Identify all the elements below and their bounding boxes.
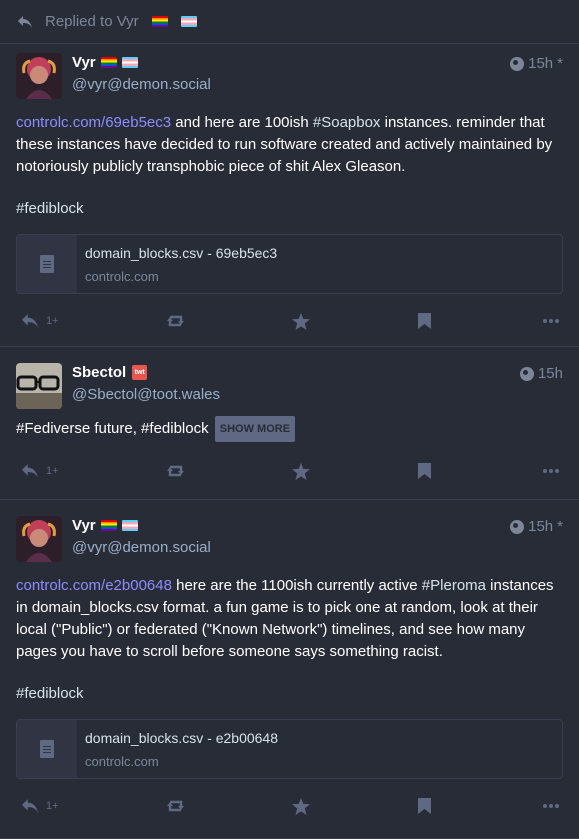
status-post[interactable]: Vyr @vyr@demon.social 15h * controlc.com/… (0, 500, 579, 839)
bookmark-icon (418, 313, 431, 329)
ellipsis-icon (543, 469, 559, 473)
retweet-icon (167, 800, 184, 812)
status-content: #Fediverse future, #fediblock SHOW MORE (16, 416, 563, 442)
reply-count: 1+ (46, 465, 59, 477)
more-options-button[interactable] (543, 469, 559, 473)
link-preview-card[interactable]: domain_blocks.csv - 69eb5ec3 controlc.co… (16, 234, 563, 294)
account-handle[interactable]: @Sbectol@toot.wales (72, 386, 220, 403)
star-icon (292, 312, 310, 330)
card-thumbnail (17, 720, 77, 778)
content-link[interactable]: controlc.com/69eb5ec3 (16, 114, 171, 131)
trans-flag-icon (121, 57, 138, 68)
star-icon (292, 797, 310, 815)
card-title: domain_blocks.csv - 69eb5ec3 (85, 245, 278, 261)
star-icon (292, 462, 310, 480)
globe-icon (519, 366, 534, 381)
avatar[interactable] (16, 516, 62, 562)
file-icon (40, 255, 54, 273)
reply-button[interactable]: 1+ (20, 798, 166, 814)
favourite-button[interactable] (292, 462, 418, 480)
status-content: controlc.com/e2b00648 here are the 1100i… (16, 575, 563, 705)
more-options-button[interactable] (543, 804, 559, 808)
bookmark-icon (418, 798, 431, 814)
display-name-text: Vyr (72, 54, 96, 71)
status-action-bar: 1+ (16, 782, 563, 830)
hashtag-link[interactable]: #fediblock (16, 200, 84, 217)
edited-marker: * (557, 518, 563, 535)
content-link[interactable]: controlc.com/e2b00648 (16, 577, 172, 594)
rainbow-flag-icon (100, 57, 117, 68)
more-options-button[interactable] (543, 319, 559, 323)
rainbow-flag-icon (151, 16, 168, 27)
card-thumbnail (17, 235, 77, 293)
trans-flag-icon (180, 16, 197, 27)
link-preview-card[interactable]: domain_blocks.csv - e2b00648 controlc.co… (16, 719, 563, 779)
replied-text: Replied to Vyr (45, 13, 139, 30)
reply-count: 1+ (46, 800, 59, 812)
favourite-button[interactable] (292, 312, 418, 330)
edited-marker: * (557, 55, 563, 72)
card-host: controlc.com (85, 269, 159, 284)
reply-button[interactable]: 1+ (20, 313, 166, 329)
globe-icon (510, 519, 525, 534)
hashtag-link[interactable]: #Soapbox (313, 114, 381, 131)
status-action-bar: 1+ (16, 297, 563, 345)
hashtag-link[interactable]: #Pleroma (422, 577, 486, 594)
time-text: 15h (528, 518, 554, 535)
account-handle[interactable]: @vyr@demon.social (72, 539, 211, 556)
card-host: controlc.com (85, 754, 159, 769)
retweet-icon (167, 315, 184, 327)
boost-button[interactable] (166, 464, 292, 478)
display-name[interactable]: Vyr (72, 54, 138, 71)
ellipsis-icon (543, 319, 559, 323)
reply-count: 1+ (46, 315, 59, 327)
reply-icon (18, 15, 32, 28)
card-title: domain_blocks.csv - e2b00648 (85, 730, 279, 746)
status-header: Vyr @vyr@demon.social 15h * (16, 53, 563, 101)
globe-icon (510, 56, 525, 71)
display-name[interactable]: Sbectol twt (72, 364, 148, 381)
content-text: and here are 100ish (171, 114, 313, 131)
reply-icon (22, 314, 38, 328)
bookmark-icon (418, 463, 431, 479)
reply-button[interactable]: 1+ (20, 463, 166, 479)
status-header: Sbectol twt @Sbectol@toot.wales 15h (16, 363, 563, 411)
trans-flag-icon (121, 520, 138, 531)
display-name[interactable]: Vyr (72, 517, 138, 534)
content-text: #Fediverse future, #fediblock (16, 419, 209, 437)
ellipsis-icon (543, 804, 559, 808)
time-text: 15h (537, 365, 563, 382)
status-action-bar: 1+ (16, 447, 563, 495)
account-handle[interactable]: @vyr@demon.social (72, 76, 211, 93)
retweet-icon (167, 465, 184, 477)
timestamp[interactable]: 15h (519, 365, 563, 382)
time-text: 15h (528, 55, 554, 72)
bookmark-button[interactable] (418, 313, 543, 329)
rainbow-flag-icon (100, 520, 117, 531)
bookmark-button[interactable] (418, 463, 543, 479)
custom-emoji-badge: twt (132, 365, 148, 380)
display-name-text: Vyr (72, 517, 96, 534)
status-post[interactable]: Sbectol twt @Sbectol@toot.wales 15h #Fed… (0, 347, 579, 500)
content-text: here are the 1100ish currently active (171, 577, 422, 594)
timestamp[interactable]: 15h * (510, 55, 563, 72)
status-content: controlc.com/69eb5ec3 and here are 100is… (16, 112, 563, 220)
boost-button[interactable] (166, 314, 292, 328)
display-name-text: Sbectol (72, 364, 127, 381)
file-icon (40, 740, 54, 758)
avatar[interactable] (16, 53, 62, 99)
status-post[interactable]: Vyr @vyr@demon.social 15h * controlc.com/… (0, 44, 579, 347)
bookmark-button[interactable] (418, 798, 543, 814)
reply-icon (22, 799, 38, 813)
show-more-button[interactable]: SHOW MORE (214, 416, 296, 442)
boost-button[interactable] (166, 799, 292, 813)
replied-to-indicator: Replied to Vyr (0, 0, 579, 44)
favourite-button[interactable] (292, 797, 418, 815)
hashtag-link[interactable]: #fediblock (16, 685, 84, 702)
avatar[interactable] (16, 363, 62, 409)
status-header: Vyr @vyr@demon.social 15h * (16, 516, 563, 564)
timestamp[interactable]: 15h * (510, 518, 563, 535)
reply-icon (22, 464, 38, 478)
